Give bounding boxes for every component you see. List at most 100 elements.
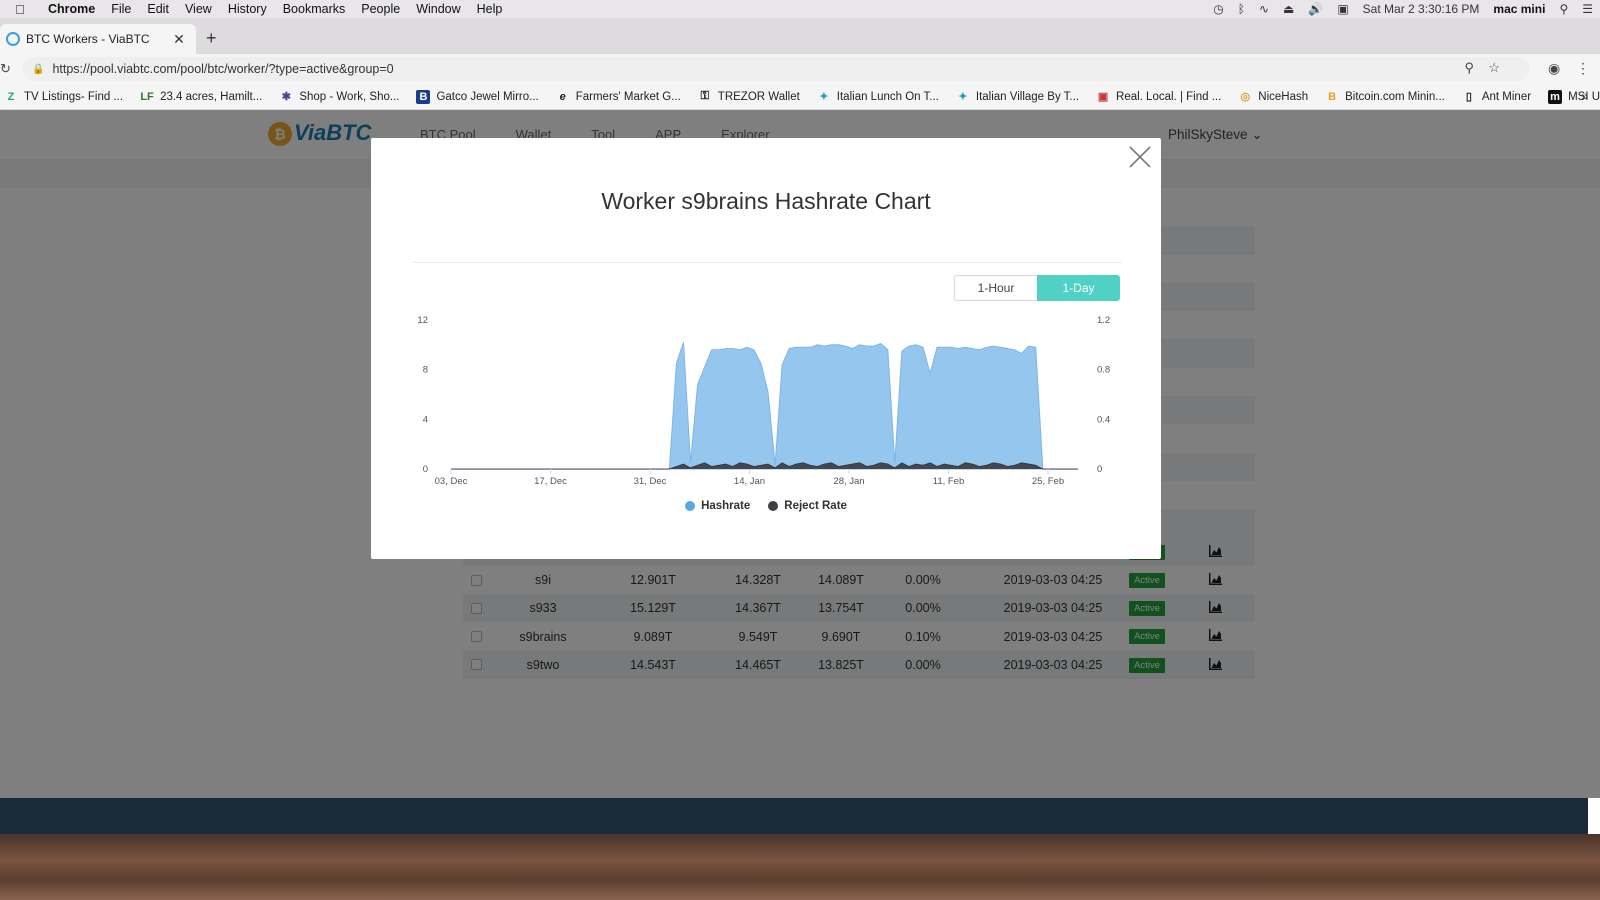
- menu-window[interactable]: Window: [408, 2, 468, 16]
- bookmark-favicon-icon: ✱: [281, 91, 291, 103]
- bookmark-item[interactable]: ✦ Italian Lunch On T...: [817, 90, 939, 104]
- bookmark-star-icon[interactable]: ☆: [1488, 60, 1500, 76]
- menubar-status-area: ◷ ᛒ ∿ ⏏ 🔊 ▣ Sat Mar 2 3:30:16 PM mac min…: [1206, 0, 1600, 18]
- legend-dot: [768, 501, 779, 511]
- tab-close-icon[interactable]: ✕: [170, 31, 188, 48]
- y-left-tick-label: 8: [423, 365, 428, 376]
- bookmarks-overflow-icon[interactable]: »: [1581, 89, 1588, 103]
- time-machine-icon[interactable]: ◷: [1206, 2, 1230, 16]
- bookmarks-bar: Z TV Listings- Find ... LF 23.4 acres, Ham…: [0, 84, 1600, 110]
- display-icon[interactable]: ▣: [1330, 2, 1355, 16]
- volume-icon[interactable]: 🔊: [1301, 2, 1330, 16]
- bookmark-item[interactable]: Z TV Listings- Find ...: [4, 90, 123, 104]
- browser-tab[interactable]: BTC Workers - ViaBTC ✕: [0, 24, 196, 54]
- bookmark-favicon-icon: m: [1548, 89, 1563, 104]
- legend-item-hashrate[interactable]: Hashrate: [685, 500, 750, 512]
- bookmark-item[interactable]: ✱ Shop - Work, Sho...: [279, 90, 400, 104]
- chart-legend: Hashrate Reject Rate: [371, 500, 1161, 512]
- apple-icon[interactable]: : [0, 2, 40, 17]
- profile-avatar-icon[interactable]: ◉: [1548, 60, 1560, 77]
- bookmark-label: Bitcoin.com Minin...: [1345, 90, 1445, 103]
- bookmark-favicon-icon: Z: [7, 90, 15, 103]
- bookmark-favicon-icon: e: [559, 90, 566, 103]
- legend-label: Hashrate: [701, 500, 751, 512]
- lock-icon[interactable]: 🔒: [32, 64, 44, 75]
- modal-title: Worker s9brains Hashrate Chart: [601, 188, 931, 214]
- range-1-hour-button[interactable]: 1-Hour: [954, 275, 1037, 301]
- bookmark-favicon-icon: B: [416, 89, 431, 104]
- hashrate-chart: 0 4 8 12 0 0.4 0.8 1.2 03, Dec 17, Dec 31, Dec 14, …: [417, 315, 1110, 487]
- chrome-menu-icon[interactable]: ⋮: [1576, 60, 1590, 77]
- menu-help[interactable]: Help: [469, 2, 511, 16]
- notification-center-icon[interactable]: ☰: [1575, 2, 1600, 16]
- menu-history[interactable]: History: [220, 2, 275, 16]
- y-left-tick-label: 4: [423, 414, 428, 425]
- legend-item-reject-rate[interactable]: Reject Rate: [768, 500, 847, 512]
- bookmark-label: Farmers' Market G...: [575, 90, 681, 103]
- bookmark-item[interactable]: e Farmers' Market G...: [556, 90, 681, 104]
- bookmark-label: Italian Village By T...: [975, 90, 1080, 103]
- bookmark-item[interactable]: LF 23.4 acres, Hamilt...: [140, 90, 262, 104]
- bookmark-label: Real. Local. | Find ...: [1116, 90, 1222, 103]
- x-tick-label: 31, Dec: [634, 476, 667, 487]
- legend-label: Reject Rate: [784, 500, 847, 512]
- site-footer: [0, 798, 1588, 834]
- bookmark-favicon-icon: ✦: [819, 91, 829, 103]
- bookmark-item[interactable]: ▣ Real. Local. | Find ...: [1096, 90, 1221, 104]
- address-bar[interactable]: 🔒 https://pool.viabtc.com/pool/btc/worke…: [22, 57, 1530, 81]
- menu-file[interactable]: File: [103, 2, 139, 16]
- menu-app-name[interactable]: Chrome: [40, 2, 103, 16]
- x-tick-label: 14, Jan: [734, 476, 765, 487]
- reload-icon[interactable]: ↻: [0, 61, 14, 77]
- y-right-tick-label: 1.2: [1097, 315, 1110, 326]
- zoom-icon[interactable]: ⚲: [1464, 60, 1474, 76]
- bookmark-label: Italian Lunch On T...: [836, 90, 939, 103]
- x-tick-label: 17, Dec: [534, 476, 567, 487]
- bookmark-label: Ant Miner: [1481, 90, 1532, 103]
- x-tick-label: 25, Feb: [1032, 476, 1064, 487]
- range-1-day-button[interactable]: 1-Day: [1037, 275, 1120, 301]
- bookmark-favicon-icon: ⚿: [700, 90, 709, 102]
- bookmark-favicon-icon: ◎: [1240, 91, 1251, 103]
- viabtc-favicon-icon: [6, 32, 20, 46]
- x-tick-label: 11, Feb: [933, 476, 965, 487]
- desktop-wallpaper: [0, 834, 1600, 900]
- wifi-icon[interactable]: ∿: [1252, 2, 1276, 16]
- menubar-user[interactable]: mac mini: [1486, 2, 1552, 16]
- close-icon[interactable]: [1127, 144, 1153, 170]
- range-toggle: 1-Hour 1-Day: [954, 275, 1120, 301]
- bookmark-favicon-icon: ▯: [1465, 91, 1472, 103]
- menu-view[interactable]: View: [177, 2, 220, 16]
- menu-bookmarks[interactable]: Bookmarks: [275, 2, 354, 16]
- bookmark-label: Gatco Jewel Mirro...: [436, 90, 539, 103]
- y-left-tick-label: 12: [417, 315, 428, 326]
- bookmark-favicon-icon: LF: [140, 90, 154, 103]
- bookmark-label: 23.4 acres, Hamilt...: [160, 90, 263, 103]
- y-right-tick-label: 0.8: [1097, 365, 1110, 376]
- bluetooth-icon[interactable]: ᛒ: [1231, 2, 1252, 16]
- bookmark-item[interactable]: ⚿ TREZOR Wallet: [698, 90, 800, 104]
- address-url[interactable]: https://pool.viabtc.com/pool/btc/worker/…: [52, 62, 393, 76]
- tab-strip: BTC Workers - ViaBTC ✕ +: [0, 18, 1600, 54]
- y-right-tick-label: 0.4: [1097, 414, 1110, 425]
- bookmark-item[interactable]: B Gatco Jewel Mirro...: [416, 89, 539, 104]
- bookmark-favicon-icon: ✦: [958, 91, 968, 103]
- bookmark-label: Shop - Work, Sho...: [299, 90, 400, 103]
- menubar-datetime[interactable]: Sat Mar 2 3:30:16 PM: [1356, 2, 1487, 16]
- eject-icon[interactable]: ⏏: [1276, 2, 1301, 16]
- menu-edit[interactable]: Edit: [139, 2, 177, 16]
- window-edge: [1588, 798, 1600, 834]
- bookmark-label: NiceHash: [1258, 90, 1309, 103]
- spotlight-icon[interactable]: ⚲: [1552, 2, 1575, 16]
- y-right-tick-label: 0: [1097, 464, 1102, 475]
- new-tab-icon[interactable]: +: [206, 28, 217, 49]
- legend-dot: [685, 501, 696, 511]
- menu-people[interactable]: People: [353, 2, 408, 16]
- bookmark-item[interactable]: ▯ Ant Miner: [1462, 90, 1531, 104]
- bookmark-item[interactable]: mMSI USA - RMA St...: [1548, 89, 1600, 104]
- x-tick-label: 03, Dec: [435, 476, 468, 487]
- bookmark-item[interactable]: B Bitcoin.com Minin...: [1325, 90, 1445, 104]
- hashrate-chart-modal: Worker s9brains Hashrate Chart 1-Hour 1-…: [371, 138, 1161, 559]
- bookmark-item[interactable]: ✦ Italian Village By T...: [956, 90, 1079, 104]
- bookmark-item[interactable]: ◎ NiceHash: [1238, 90, 1308, 104]
